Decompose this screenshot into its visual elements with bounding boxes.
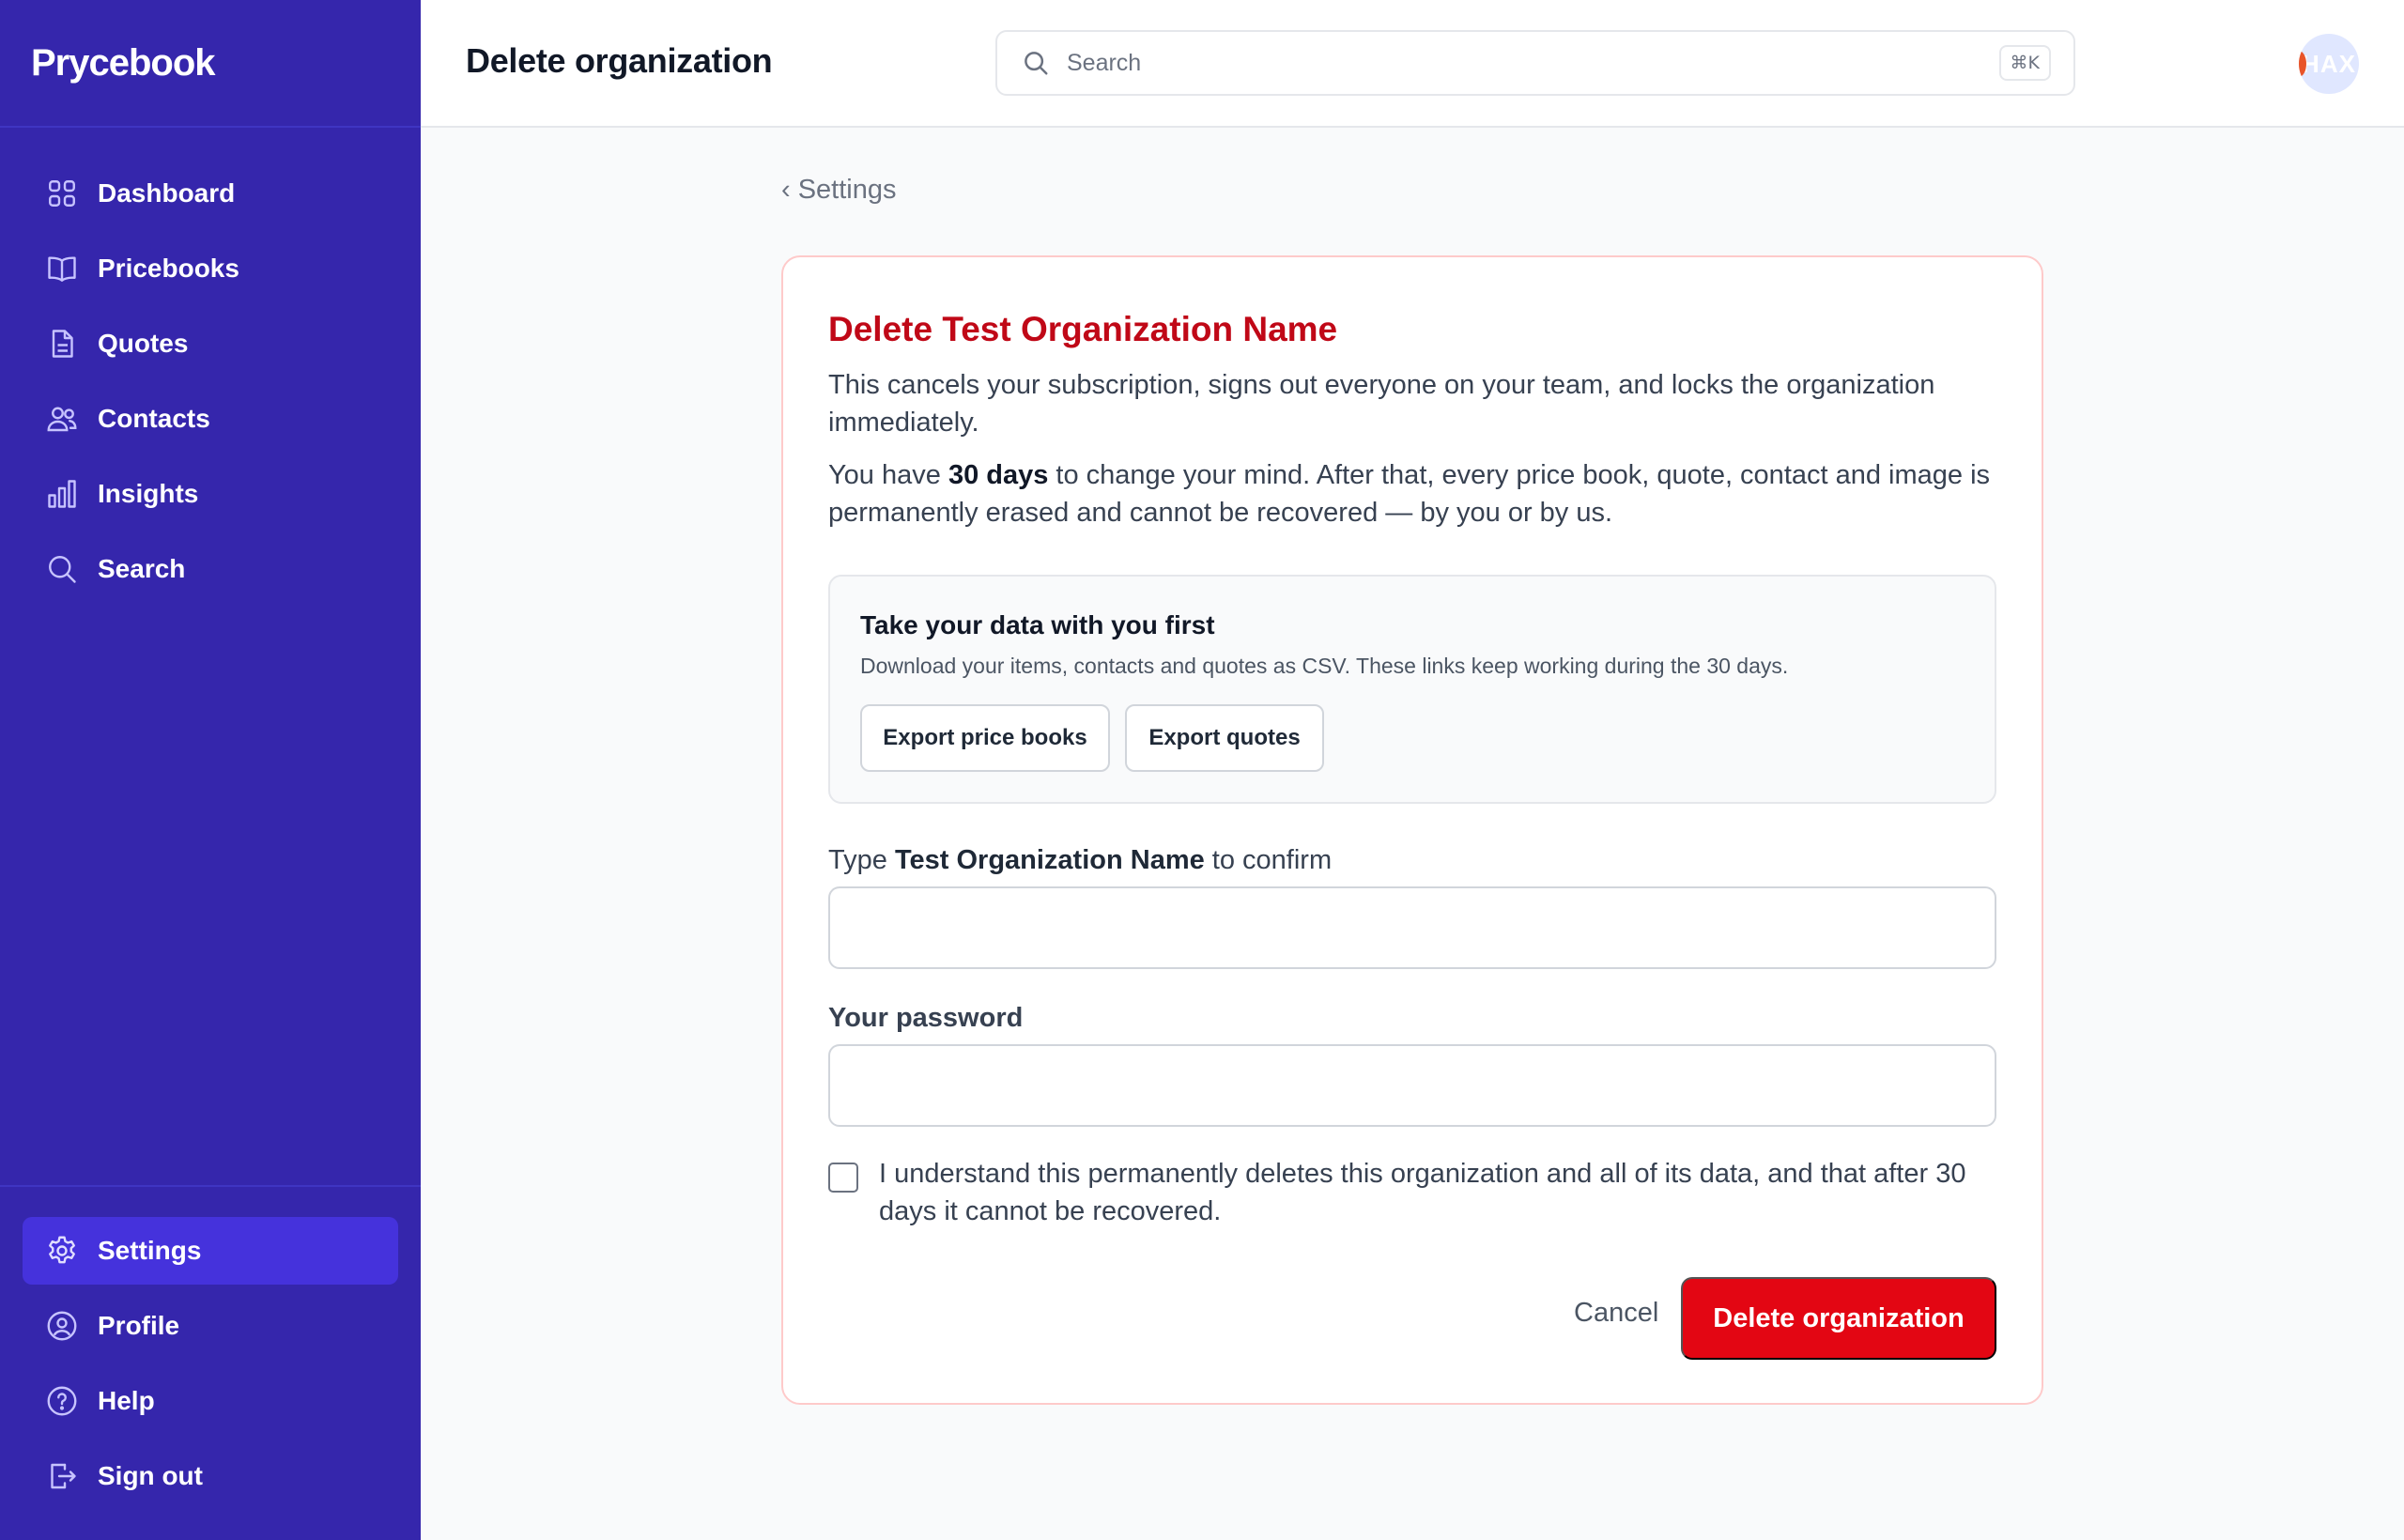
user-circle-icon [47, 1311, 77, 1341]
sidebar-item-dashboard[interactable]: Dashboard [23, 160, 398, 227]
sidebar-item-insights[interactable]: Insights [23, 460, 398, 528]
page-title: Delete organization [466, 41, 773, 80]
search-icon [49, 556, 76, 583]
top-header: Delete organization Search ⌘K HAX [421, 0, 2404, 128]
help-icon [47, 1386, 77, 1416]
warning-paragraph-1: This cancels your subscription, signs ou… [828, 370, 1935, 438]
search-bar[interactable]: Search ⌘K [995, 30, 2075, 96]
organization-name: Test Organization Name [894, 845, 1205, 875]
document-icon [52, 330, 73, 358]
search-input[interactable]: Search [1067, 50, 1141, 77]
gear-icon [49, 1236, 75, 1264]
warning-paragraph-2: You have 30 days to change your mind. Af… [828, 456, 1996, 531]
sidebar-bottom: Settings Profile Help Sign out [0, 1185, 421, 1517]
confirm-name-input[interactable] [828, 886, 1996, 969]
bar-chart-icon [48, 480, 76, 508]
avatar-initials: HAX [2302, 49, 2356, 78]
sidebar-nav: Dashboard Pricebooks Quotes Contacts Ins… [23, 160, 398, 610]
search-shortcut-badge: ⌘K [1998, 45, 2051, 81]
sign-out-icon [51, 1463, 76, 1489]
confirm-checkbox[interactable] [828, 1163, 858, 1193]
sidebar-item-search[interactable]: Search [23, 535, 398, 603]
sidebar-item-label: Pricebooks [98, 254, 239, 283]
sidebar-item-contacts[interactable]: Contacts [23, 385, 398, 453]
sidebar-item-sign-out[interactable]: Sign out [23, 1442, 398, 1510]
export-description: Download your items, contacts and quotes… [860, 654, 1789, 678]
sidebar-item-help[interactable]: Help [23, 1367, 398, 1435]
sidebar-item-label: Insights [98, 479, 199, 508]
sidebar-item-label: Profile [98, 1311, 180, 1340]
delete-organization-card: Delete Test Organization Name This cance… [781, 255, 2043, 1405]
export-title: Take your data with you first [860, 610, 1215, 639]
grace-period: 30 days [948, 460, 1049, 490]
sidebar: Prycebook Dashboard Pricebooks Quotes Co… [0, 0, 421, 1540]
confirm-name-label: Type Test Organization Name to confirm [828, 845, 1332, 876]
search-icon [1025, 52, 1048, 75]
password-input[interactable] [828, 1044, 1996, 1127]
sidebar-item-label: Contacts [98, 404, 210, 433]
sidebar-item-profile[interactable]: Profile [23, 1292, 398, 1360]
export-data-box: Take your data with you first Download y… [828, 575, 1996, 804]
card-title: Delete Test Organization Name [828, 310, 1338, 348]
dashboard-icon [49, 180, 75, 207]
password-label: Your password [828, 1003, 1024, 1033]
back-to-settings-link[interactable]: ‹ Settings [781, 175, 897, 206]
sidebar-item-label: Dashboard [98, 178, 236, 208]
export-price-books-button[interactable]: Export price books [860, 704, 1110, 772]
book-icon [48, 256, 76, 282]
sidebar-item-label: Search [98, 554, 186, 583]
label-text: to confirm [1204, 845, 1333, 875]
sidebar-item-label: Help [98, 1386, 155, 1415]
sidebar-item-label: Quotes [98, 329, 189, 358]
logo-area: Prycebook [0, 0, 421, 128]
app-logo[interactable]: Prycebook [31, 42, 216, 85]
warning-text: You have [828, 460, 948, 490]
sidebar-item-quotes[interactable]: Quotes [23, 310, 398, 377]
export-quotes-button[interactable]: Export quotes [1125, 704, 1324, 772]
users-icon [47, 407, 77, 432]
delete-organization-button[interactable]: Delete organization [1681, 1277, 1996, 1360]
label-text: Type [828, 845, 895, 875]
sidebar-item-pricebooks[interactable]: Pricebooks [23, 235, 398, 302]
sidebar-item-label: Sign out [98, 1461, 203, 1490]
sidebar-item-settings[interactable]: Settings [23, 1217, 398, 1285]
avatar[interactable]: HAX [2299, 34, 2359, 94]
cancel-button[interactable]: Cancel [1574, 1298, 1658, 1329]
checkbox-label: I understand this permanently deletes th… [879, 1159, 1966, 1226]
sidebar-item-label: Settings [98, 1236, 202, 1265]
